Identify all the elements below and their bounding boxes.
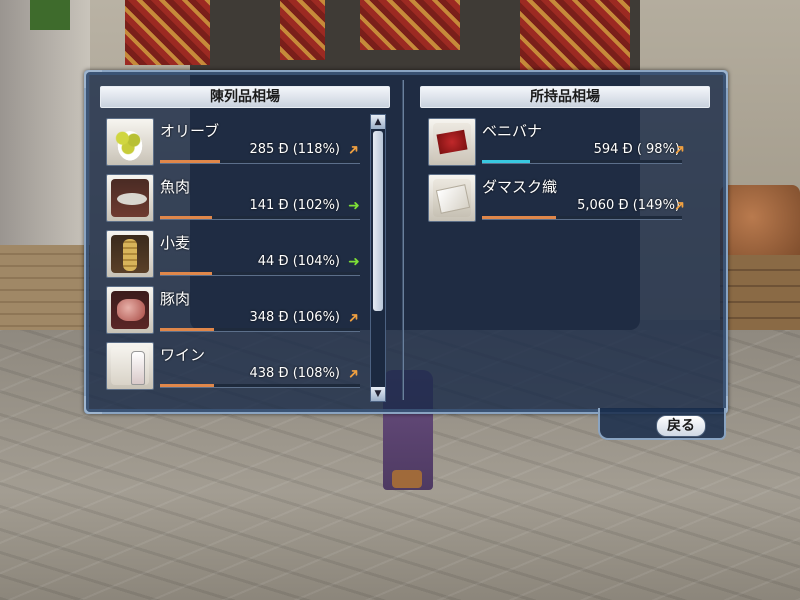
item-price: 594 [593,142,619,157]
item-name: ダマスク織 [482,178,558,196]
item-price: 44 [257,254,275,269]
item-price: 348 [249,310,275,325]
diagonal-arrow-up-icon: ➜ [344,140,364,160]
item-percent: (104%) [292,254,340,269]
scroll-up-arrow-icon[interactable]: ▲ [371,115,385,129]
owned-goods-panel: 所持品相場 ベニバナ 594 Ð ( 98%) ➜ ダマスク織 5,060 Ð [420,86,710,404]
item-percent: (118%) [292,142,340,157]
item-percent: (108%) [292,366,340,381]
item-name: 小麦 [160,234,191,252]
list-item[interactable]: ワイン 438 Ð (108%) ➜ [106,338,368,394]
hanging-rug [360,0,460,50]
price-level-bar [160,272,360,276]
item-name: 豚肉 [160,290,191,308]
scrollbar-thumb[interactable] [373,131,383,311]
ducat-symbol: Ð [278,254,289,269]
item-price: 285 [249,142,275,157]
ducat-symbol: Ð [278,310,289,325]
owned-goods-title: 所持品相場 [420,86,710,108]
right-arrow-icon: ➜ [348,198,360,214]
item-name: 魚肉 [160,178,191,196]
displayed-goods-list: オリーブ 285 Ð (118%) ➜ 魚肉 141 Ð (102%) ➜ 小麦… [106,114,368,402]
panel-divider [402,80,404,400]
safflower-icon [428,118,476,166]
item-percent: (106%) [292,310,340,325]
pork-icon [106,286,154,334]
ducat-symbol: Ð [622,142,633,157]
list-item[interactable]: 豚肉 348 Ð (106%) ➜ [106,282,368,338]
list-item[interactable]: ダマスク織 5,060 Ð (149%) ➜ [428,170,694,226]
list-item[interactable]: ベニバナ 594 Ð ( 98%) ➜ [428,114,694,170]
scroll-down-arrow-icon[interactable]: ▼ [371,387,385,401]
list-item[interactable]: オリーブ 285 Ð (118%) ➜ [106,114,368,170]
price-level-bar [160,384,360,388]
ducat-symbol: Ð [278,198,289,213]
item-price-line: 141 Ð (102%) [160,198,341,213]
owned-goods-list: ベニバナ 594 Ð ( 98%) ➜ ダマスク織 5,060 Ð (149%)… [428,114,694,402]
wine-icon [106,342,154,390]
item-price-line: 44 Ð (104%) [160,254,340,269]
item-price: 141 [249,198,275,213]
market-price-window: 陳列品相場 オリーブ 285 Ð (118%) ➜ 魚肉 141 Ð (102%… [84,70,728,414]
fish-icon [106,174,154,222]
item-percent: (102%) [292,198,340,213]
item-price-line: 438 Ð (108%) [160,366,341,381]
diagonal-arrow-up-icon: ➜ [344,364,364,384]
wheat-icon [106,230,154,278]
item-price: 5,060 [577,198,615,213]
price-level-bar [160,160,360,164]
hanging-rug [520,0,630,70]
player-character-feet [392,470,422,488]
list-item[interactable]: 魚肉 141 Ð (102%) ➜ [106,170,368,226]
item-price-line: 594 Ð ( 98%) [482,142,680,157]
price-level-bar [482,216,682,220]
diagonal-arrow-up-icon: ➜ [344,308,364,328]
item-price-line: 285 Ð (118%) [160,142,341,157]
price-level-bar [160,328,360,332]
right-arrow-icon: ➜ [348,254,360,270]
ducat-symbol: Ð [278,366,289,381]
price-level-bar [160,216,360,220]
back-button[interactable]: 戻る [656,415,706,437]
clay-jars [720,185,800,265]
trees [30,0,70,30]
item-price: 438 [249,366,275,381]
list-item[interactable]: 小麦 44 Ð (104%) ➜ [106,226,368,282]
ducat-symbol: Ð [618,198,629,213]
ducat-symbol: Ð [278,142,289,157]
price-level-bar [482,160,682,164]
item-name: ベニバナ [482,122,543,140]
item-name: ワイン [160,346,206,364]
olive-icon [106,118,154,166]
hanging-rug [280,0,325,60]
item-price-line: 348 Ð (106%) [160,310,341,325]
displayed-goods-title: 陳列品相場 [100,86,390,108]
displayed-goods-panel: 陳列品相場 オリーブ 285 Ð (118%) ➜ 魚肉 141 Ð (102%… [100,86,390,404]
damask-cloth-icon [428,174,476,222]
window-corner-ornament [710,70,728,88]
item-price-line: 5,060 Ð (149%) [482,198,680,213]
hanging-rug [125,0,210,65]
item-name: オリーブ [160,122,220,140]
list-scrollbar[interactable]: ▲ ▼ [370,114,386,402]
